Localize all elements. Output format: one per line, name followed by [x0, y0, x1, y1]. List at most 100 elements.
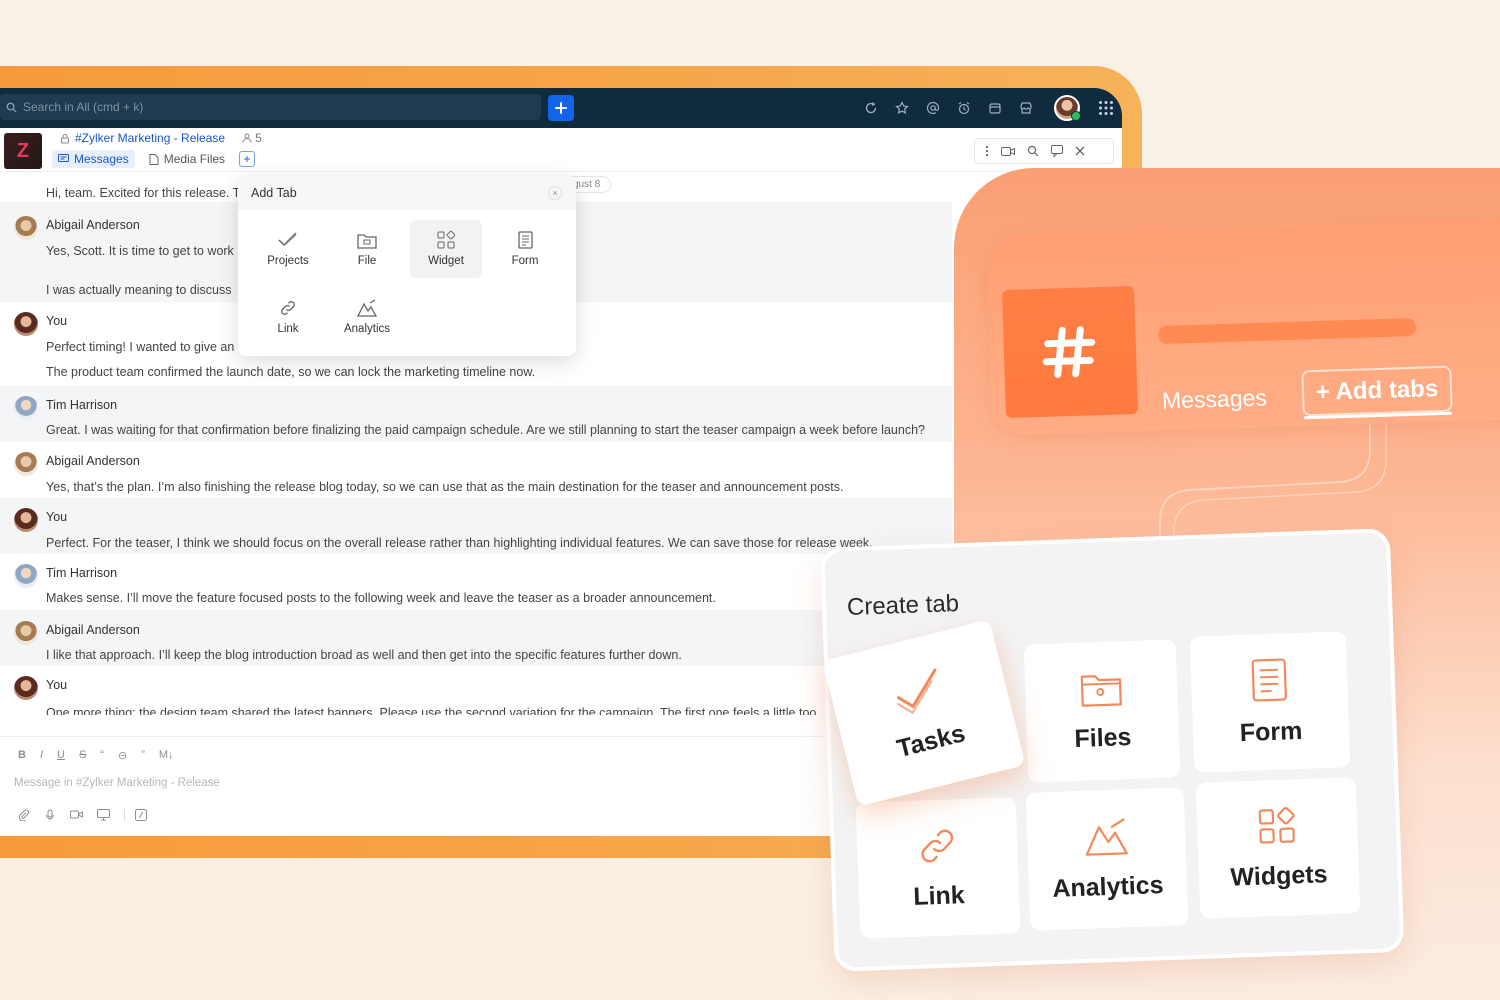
close-button[interactable]: × [548, 186, 562, 200]
add-tab-popup: Add Tab × Projects File Widget Form Link… [238, 176, 576, 356]
members-icon [242, 133, 252, 143]
create-tile-files[interactable]: Files [1023, 639, 1181, 783]
search-placeholder: Search in All (cmd + k) [23, 100, 144, 114]
files-icon [1080, 674, 1122, 707]
projects-icon [278, 232, 297, 247]
create-tile-link[interactable]: Link [855, 797, 1021, 939]
avatar[interactable] [14, 452, 38, 476]
search-icon [6, 102, 17, 113]
avatar[interactable] [14, 621, 38, 645]
channel-hash-tile [1002, 285, 1138, 419]
store-icon[interactable] [1017, 99, 1035, 117]
top-bar: Search in All (cmd + k) [0, 88, 1122, 128]
user-name[interactable]: Abigail Anderson [46, 623, 140, 637]
message-input[interactable]: Message in #Zylker Marketing - Release [14, 777, 220, 789]
tab-option-widget[interactable]: Widget [410, 220, 482, 278]
star-icon[interactable] [893, 99, 911, 117]
message-icon [58, 154, 69, 162]
popup-title: Add Tab [251, 186, 297, 200]
list-item: Abigail Anderson Yes, that’s the plan. I… [0, 442, 952, 498]
avatar[interactable] [14, 216, 38, 240]
avatar[interactable] [14, 508, 38, 532]
bold-button[interactable]: B [18, 749, 26, 762]
thread-icon[interactable] [1051, 145, 1063, 157]
promo-messages-tab: Messages [1161, 384, 1268, 414]
link-icon [281, 301, 295, 315]
italic-button[interactable]: I [40, 749, 43, 762]
search-icon[interactable] [1027, 145, 1039, 157]
add-tab-button[interactable] [239, 151, 256, 167]
user-avatar[interactable] [1054, 95, 1081, 121]
member-count[interactable]: 5 [242, 131, 262, 145]
list-item: Tim Harrison Makes sense. I’ll move the … [0, 554, 952, 610]
tab-messages[interactable]: Messages [52, 150, 135, 168]
blockquote-button[interactable]: ” [141, 749, 145, 762]
create-tab-title: Create tab [846, 590, 960, 621]
user-name[interactable]: You [46, 314, 67, 328]
list-item: You One more thing: the design team shar… [0, 666, 824, 726]
form-icon [1251, 657, 1287, 702]
tab-option-projects[interactable]: Projects [252, 220, 324, 278]
quote-button[interactable]: “ [100, 749, 104, 762]
folder-icon [357, 233, 377, 249]
close-icon[interactable] [1075, 146, 1085, 156]
create-tile-form[interactable]: Form [1189, 631, 1351, 773]
create-tile-analytics[interactable]: Analytics [1025, 787, 1189, 931]
tab-option-analytics[interactable]: Analytics [331, 288, 403, 346]
screen-share-icon[interactable] [97, 809, 110, 821]
strike-button[interactable]: S [79, 749, 86, 762]
format-toolbar: B I U S “ ⊝ ” M↓ [18, 749, 174, 762]
channel-tools [974, 138, 1114, 164]
analytics-icon [357, 299, 377, 317]
tab-media-files[interactable]: Media Files [143, 150, 231, 168]
app-grid-icon[interactable] [1098, 100, 1114, 116]
channel-logo[interactable]: Z [4, 133, 42, 169]
new-button[interactable] [548, 95, 574, 121]
calendar-icon[interactable] [986, 99, 1004, 117]
refresh-icon[interactable] [862, 99, 880, 117]
tasks-icon [896, 668, 937, 714]
analytics-icon [1085, 817, 1128, 856]
promo-add-tabs-button[interactable]: + Add tabs [1301, 365, 1453, 417]
avatar[interactable] [14, 564, 38, 588]
avatar[interactable] [14, 312, 38, 336]
list-item: Abigail Anderson I like that approach. I… [0, 610, 952, 666]
form-icon [517, 231, 533, 249]
tab-option-link[interactable]: Link [252, 288, 324, 346]
mention-icon[interactable] [924, 99, 942, 117]
message-composer: B I U S “ ⊝ ” M↓ Message in #Zylker Mark… [0, 736, 824, 832]
link-button[interactable]: ⊝ [118, 749, 127, 762]
user-name[interactable]: You [46, 678, 67, 692]
attach-icon[interactable] [18, 809, 30, 821]
video-icon[interactable] [1001, 146, 1015, 157]
slash-command-icon[interactable] [124, 809, 147, 821]
tab-option-form[interactable]: Form [489, 220, 561, 278]
more-icon[interactable] [985, 145, 989, 157]
underline-button[interactable]: U [57, 749, 65, 762]
file-icon [149, 153, 159, 165]
link-icon [921, 829, 954, 862]
widgets-icon [1258, 806, 1295, 844]
plus-icon [555, 102, 567, 114]
tab-option-file[interactable]: File [331, 220, 403, 278]
avatar[interactable] [14, 396, 38, 420]
widget-icon [437, 231, 455, 249]
user-name[interactable]: Abigail Anderson [46, 454, 140, 468]
hash-icon [1042, 326, 1096, 378]
user-name[interactable]: You [46, 510, 67, 524]
alarm-icon[interactable] [955, 99, 973, 117]
lock-icon [60, 133, 70, 144]
user-name[interactable]: Abigail Anderson [46, 218, 140, 232]
list-item: Tim Harrison Great. I was waiting for th… [0, 386, 952, 442]
search-input[interactable]: Search in All (cmd + k) [0, 94, 541, 120]
channel-name[interactable]: #Zylker Marketing - Release [75, 131, 225, 145]
create-tile-widgets[interactable]: Widgets [1195, 777, 1361, 919]
list-item: You Perfect. For the teaser, I think we … [0, 498, 952, 554]
mic-icon[interactable] [44, 809, 56, 821]
markdown-button[interactable]: M↓ [159, 749, 174, 762]
channel-header: Z #Zylker Marketing - Release 5 Messages… [0, 128, 1122, 172]
avatar[interactable] [14, 676, 38, 700]
user-name[interactable]: Tim Harrison [46, 566, 117, 580]
user-name[interactable]: Tim Harrison [46, 398, 117, 412]
video-message-icon[interactable] [70, 809, 83, 821]
